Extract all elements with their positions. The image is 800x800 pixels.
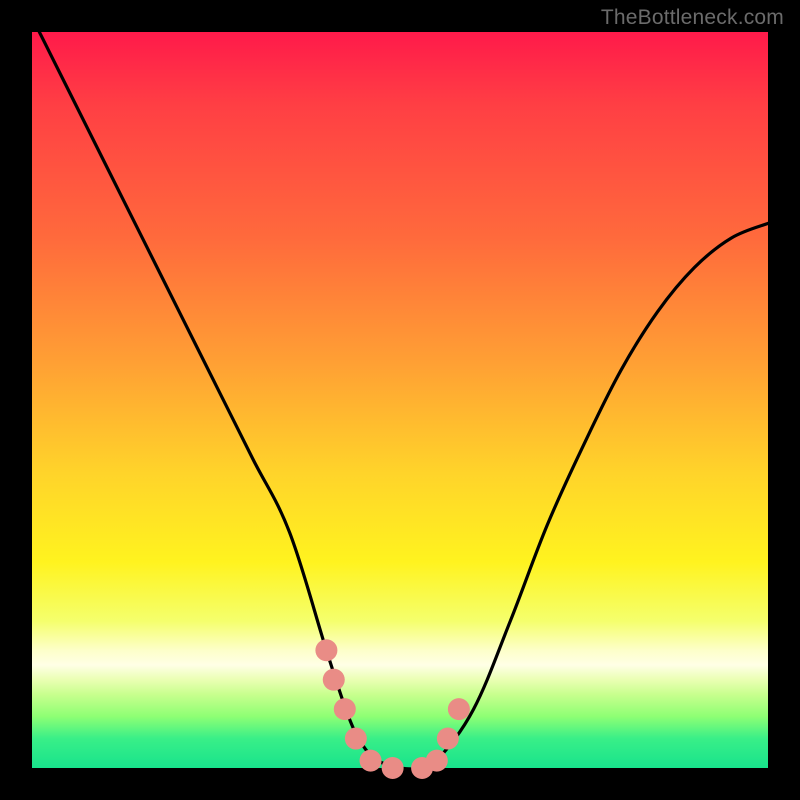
- chart-frame: TheBottleneck.com: [0, 0, 800, 800]
- highlight-dot: [382, 757, 404, 779]
- highlight-dot: [360, 750, 382, 772]
- highlight-dot: [448, 698, 470, 720]
- plot-area: [32, 32, 768, 768]
- highlight-dot: [437, 728, 459, 750]
- highlight-dot: [323, 669, 345, 691]
- highlight-dot: [334, 698, 356, 720]
- highlight-dot: [426, 750, 448, 772]
- highlight-dot: [315, 639, 337, 661]
- watermark-text: TheBottleneck.com: [601, 6, 784, 30]
- highlight-dots-group: [315, 639, 469, 779]
- chart-svg: [32, 32, 768, 768]
- bottleneck-curve: [32, 17, 768, 769]
- highlight-dot: [345, 728, 367, 750]
